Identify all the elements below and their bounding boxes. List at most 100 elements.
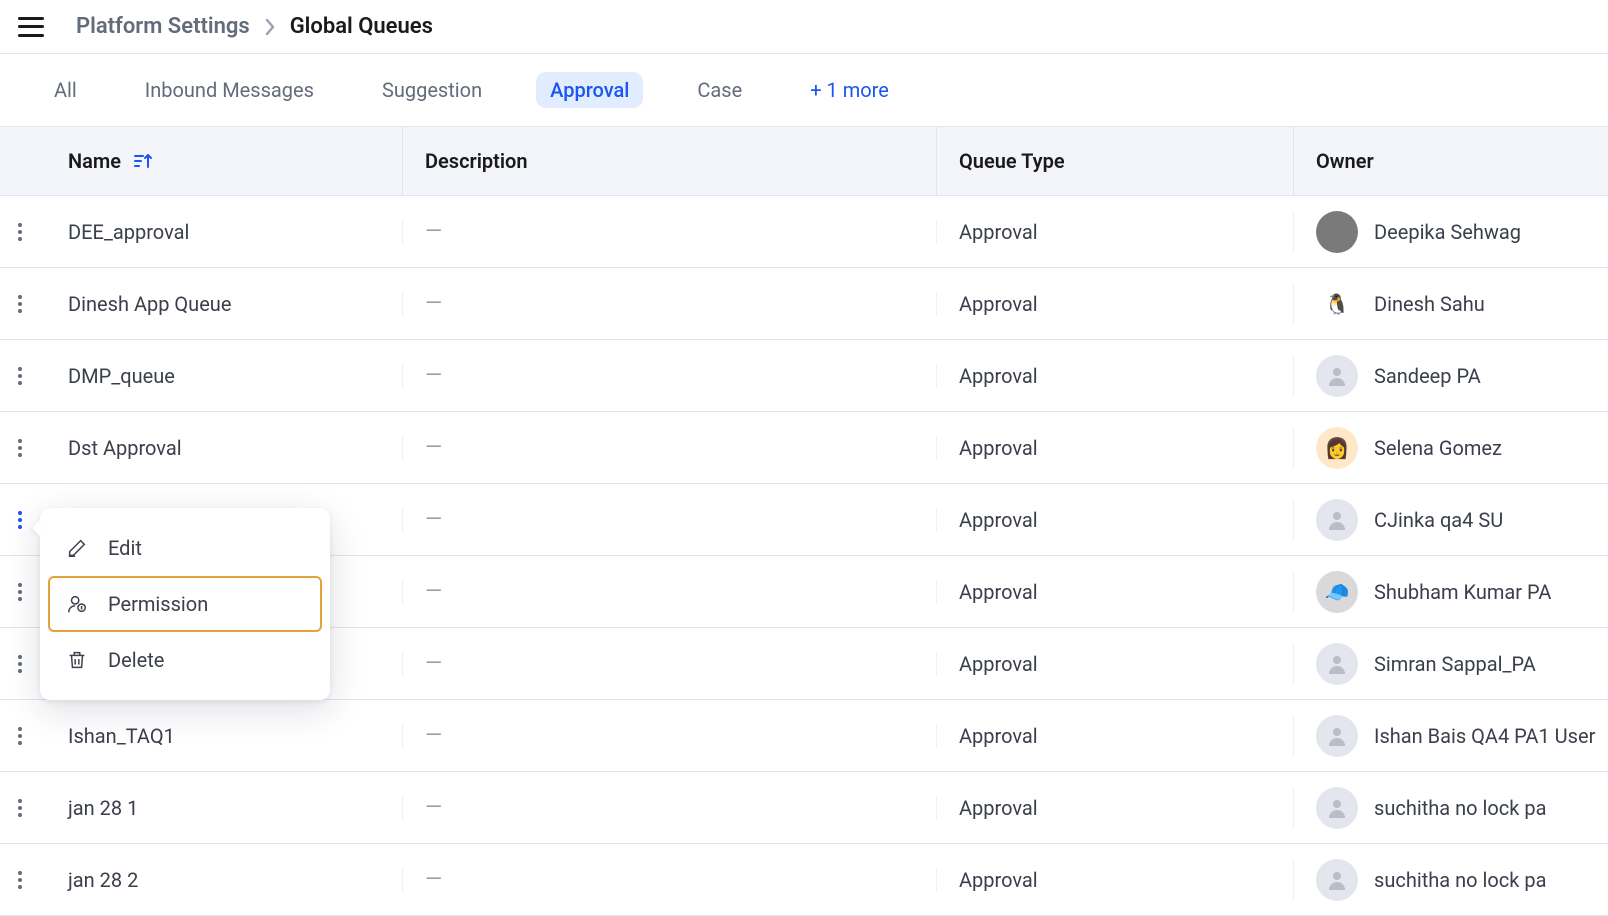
cell-description: — (402, 435, 936, 460)
row-actions-button[interactable] (0, 727, 40, 745)
menu-edit-label: Edit (108, 536, 142, 560)
avatar: 👩 (1316, 427, 1358, 469)
cell-description: — (402, 867, 936, 892)
row-actions-button[interactable] (0, 799, 40, 817)
menu-edit[interactable]: Edit (48, 520, 322, 576)
table-row[interactable]: Dst Approval—Approval 👩 Selena Gomez (0, 412, 1608, 484)
kebab-menu-icon (18, 295, 22, 313)
cell-owner: suchitha no lock pa (1293, 787, 1608, 829)
row-actions-button[interactable] (0, 367, 40, 385)
avatar: 🧢 (1316, 571, 1358, 613)
avatar (1316, 859, 1358, 901)
column-name[interactable]: Name (40, 127, 402, 195)
owner-name: Sandeep PA (1374, 364, 1481, 388)
filter-tabs: All Inbound Messages Suggestion Approval… (0, 54, 1608, 127)
user-permission-icon (66, 593, 88, 615)
cell-name: DEE_approval (40, 220, 402, 244)
row-actions-button[interactable] (0, 583, 40, 601)
row-actions-button[interactable] (0, 439, 40, 457)
row-actions-button[interactable] (0, 655, 40, 673)
owner-name: suchitha no lock pa (1374, 868, 1546, 892)
column-owner[interactable]: Owner (1293, 127, 1608, 195)
table-row[interactable]: Ishan_TAQ1—ApprovalIshan Bais QA4 PA1 Us… (0, 700, 1608, 772)
cell-name: jan 28 2 (40, 868, 402, 892)
edit-icon (66, 537, 88, 559)
column-queue-type[interactable]: Queue Type (936, 127, 1293, 195)
tab-all[interactable]: All (40, 72, 91, 108)
row-actions-button[interactable] (0, 871, 40, 889)
cell-description: — (402, 723, 936, 748)
menu-delete-label: Delete (108, 648, 164, 672)
page-header: Platform Settings Global Queues (0, 0, 1608, 54)
cell-queue-type: Approval (936, 292, 1293, 316)
table-row[interactable]: jan 28 2—Approval suchitha no lock pa (0, 844, 1608, 916)
cell-name: Ishan_TAQ1 (40, 724, 402, 748)
kebab-menu-icon (18, 871, 22, 889)
column-description[interactable]: Description (402, 127, 936, 195)
cell-queue-type: Approval (936, 652, 1293, 676)
cell-owner: CJinka qa4 SU (1293, 499, 1608, 541)
owner-name: CJinka qa4 SU (1374, 508, 1503, 532)
menu-permission[interactable]: Permission (48, 576, 322, 632)
avatar (1316, 499, 1358, 541)
cell-owner: suchitha no lock pa (1293, 859, 1608, 901)
row-actions-button[interactable] (0, 223, 40, 241)
cell-queue-type: Approval (936, 220, 1293, 244)
owner-name: Ishan Bais QA4 PA1 User (1374, 724, 1595, 748)
row-actions-button[interactable] (0, 295, 40, 313)
kebab-menu-icon (18, 655, 22, 673)
owner-name: suchitha no lock pa (1374, 796, 1546, 820)
kebab-menu-icon (18, 367, 22, 385)
cell-queue-type: Approval (936, 796, 1293, 820)
cell-description: — (402, 219, 936, 244)
table-row[interactable]: jan 28 1—Approval suchitha no lock pa (0, 772, 1608, 844)
cell-description: — (402, 507, 936, 532)
cell-owner: 🧢 Shubham Kumar PA (1293, 571, 1608, 613)
cell-description: — (402, 651, 936, 676)
table-row[interactable]: DEE_approval—Approval Deepika Sehwag (0, 196, 1608, 268)
cell-name: Dst Approval (40, 436, 402, 460)
chevron-right-icon (264, 18, 276, 36)
tab-more[interactable]: + 1 more (796, 72, 903, 108)
cell-description: — (402, 363, 936, 388)
cell-owner: 🐧Dinesh Sahu (1293, 283, 1608, 325)
cell-queue-type: Approval (936, 508, 1293, 532)
owner-name: Dinesh Sahu (1374, 292, 1485, 316)
cell-queue-type: Approval (936, 868, 1293, 892)
cell-description: — (402, 291, 936, 316)
kebab-menu-icon (18, 223, 22, 241)
tab-suggestion[interactable]: Suggestion (368, 72, 496, 108)
trash-icon (66, 649, 88, 671)
menu-delete[interactable]: Delete (48, 632, 322, 688)
kebab-menu-icon (18, 727, 22, 745)
cell-owner: Deepika Sehwag (1293, 211, 1608, 253)
cell-queue-type: Approval (936, 580, 1293, 604)
cell-owner: 👩 Selena Gomez (1293, 427, 1608, 469)
hamburger-menu-icon[interactable] (18, 17, 44, 37)
breadcrumb-current: Global Queues (290, 14, 433, 39)
cell-queue-type: Approval (936, 436, 1293, 460)
table-header: Name Description Queue Type Owner (0, 127, 1608, 196)
tab-approval[interactable]: Approval (536, 72, 643, 108)
avatar (1316, 643, 1358, 685)
owner-name: Shubham Kumar PA (1374, 580, 1551, 604)
cell-name: Dinesh App Queue (40, 292, 402, 316)
tab-inbound-messages[interactable]: Inbound Messages (131, 72, 328, 108)
kebab-menu-icon (18, 583, 22, 601)
breadcrumb-parent[interactable]: Platform Settings (76, 14, 250, 39)
owner-name: Selena Gomez (1374, 436, 1502, 460)
table-body: DEE_approval—ApprovalDeepika SehwagDines… (0, 196, 1608, 916)
cell-owner: Simran Sappal_PA (1293, 643, 1608, 685)
cell-name: jan 28 1 (40, 796, 402, 820)
avatar (1316, 787, 1358, 829)
cell-owner: Sandeep PA (1293, 355, 1608, 397)
sort-ascending-icon[interactable] (133, 152, 153, 170)
tab-case[interactable]: Case (683, 72, 756, 108)
table-row[interactable]: DMP_queue—ApprovalSandeep PA (0, 340, 1608, 412)
table-row[interactable]: Dinesh App Queue—Approval🐧Dinesh Sahu (0, 268, 1608, 340)
cell-description: — (402, 579, 936, 604)
cell-description: — (402, 795, 936, 820)
owner-name: Simran Sappal_PA (1374, 652, 1536, 676)
column-name-label: Name (68, 149, 121, 173)
owner-name: Deepika Sehwag (1374, 220, 1521, 244)
